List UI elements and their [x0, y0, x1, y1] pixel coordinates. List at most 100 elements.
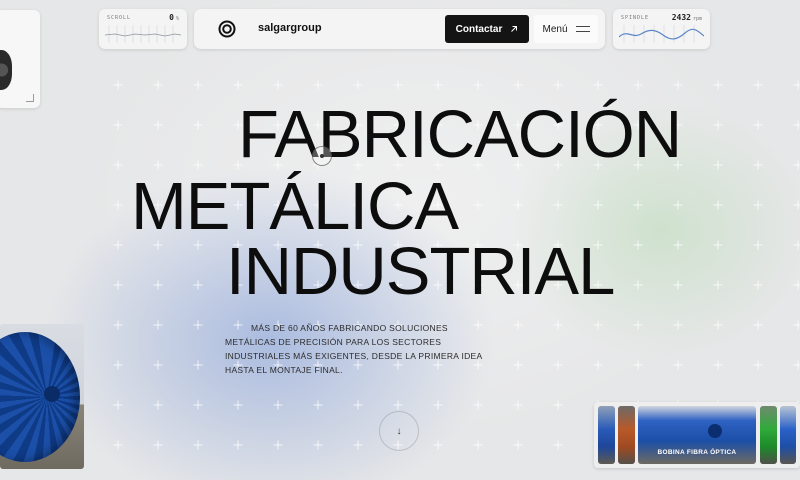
spindle-value: 2432 rpm	[671, 13, 702, 22]
hero-title-line-1: FABRICACIÓN	[238, 97, 682, 172]
grid-plus-icon	[673, 320, 683, 330]
grid-plus-icon	[793, 360, 800, 370]
grid-plus-icon	[153, 320, 163, 330]
grid-plus-icon	[193, 440, 203, 450]
grid-plus-icon	[193, 280, 203, 290]
grid-plus-icon	[673, 80, 683, 90]
grid-plus-icon	[753, 240, 763, 250]
grid-plus-icon	[433, 440, 443, 450]
grid-plus-icon	[313, 80, 323, 90]
grid-plus-icon	[353, 80, 363, 90]
grid-plus-icon	[633, 280, 643, 290]
carousel-thumb[interactable]	[618, 406, 635, 464]
grid-plus-icon	[713, 160, 723, 170]
carousel-thumb[interactable]	[598, 406, 615, 464]
grid-plus-icon	[553, 80, 563, 90]
carousel-thumb[interactable]	[760, 406, 777, 464]
custom-cursor	[312, 146, 332, 166]
grid-plus-icon	[393, 400, 403, 410]
hero-title-line-3: INDUSTRIAL	[226, 234, 615, 309]
carousel-thumb-active[interactable]: BOBINA FIBRA ÓPTICA	[638, 406, 756, 464]
grid-plus-icon	[673, 200, 683, 210]
grid-plus-icon	[193, 120, 203, 130]
salgar-logo-icon[interactable]	[218, 20, 236, 38]
carousel-active-label: BOBINA FIBRA ÓPTICA	[657, 449, 737, 456]
product-carousel: BOBINA FIBRA ÓPTICA	[594, 402, 800, 468]
grid-plus-icon	[793, 320, 800, 330]
grid-plus-icon	[713, 360, 723, 370]
grid-plus-icon	[193, 80, 203, 90]
grid-plus-icon	[553, 440, 563, 450]
grid-plus-icon	[113, 280, 123, 290]
product-image-card[interactable]	[0, 10, 40, 108]
grid-plus-icon	[713, 80, 723, 90]
scroll-widget: SCROLL 0%	[99, 9, 187, 49]
grid-plus-icon	[273, 400, 283, 410]
grid-plus-icon	[593, 360, 603, 370]
grid-plus-icon	[113, 80, 123, 90]
scroll-label: SCROLL	[107, 15, 132, 21]
grid-plus-icon	[153, 120, 163, 130]
grid-plus-icon	[353, 400, 363, 410]
grid-plus-icon	[713, 120, 723, 130]
grid-plus-icon	[793, 280, 800, 290]
grid-plus-icon	[793, 240, 800, 250]
reel-hub	[708, 424, 722, 438]
hero-title-line-2: METÁLICA	[131, 169, 459, 244]
grid-plus-icon	[513, 320, 523, 330]
scroll-down-button[interactable]: ↓	[379, 411, 419, 451]
grid-plus-icon	[753, 360, 763, 370]
grid-plus-icon	[273, 440, 283, 450]
grid-plus-icon	[473, 440, 483, 450]
grid-plus-icon	[153, 80, 163, 90]
menu-button[interactable]: Menú	[534, 15, 598, 43]
cable-reel-photo[interactable]	[0, 324, 84, 469]
grid-plus-icon	[473, 400, 483, 410]
grid-plus-icon	[153, 400, 163, 410]
navigation-bar: salgargroup Contactar Menú	[194, 9, 605, 49]
grid-plus-icon	[113, 320, 123, 330]
grid-plus-icon	[633, 80, 643, 90]
grid-plus-icon	[433, 400, 443, 410]
contact-button-label: Contactar	[455, 23, 503, 35]
grid-plus-icon	[273, 80, 283, 90]
grid-plus-icon	[473, 80, 483, 90]
grid-plus-icon	[633, 200, 643, 210]
contact-button[interactable]: Contactar	[445, 15, 529, 43]
grid-plus-icon	[153, 360, 163, 370]
spindle-label: SPINDLE	[621, 15, 650, 21]
grid-plus-icon	[233, 400, 243, 410]
grid-plus-icon	[593, 80, 603, 90]
grid-plus-icon	[233, 80, 243, 90]
hero-subtitle: MÁS DE 60 AÑOS FABRICANDO SOLUCIONES MET…	[225, 323, 483, 375]
grid-plus-icon	[113, 160, 123, 170]
cable-reel-image	[0, 50, 12, 90]
grid-plus-icon	[713, 320, 723, 330]
grid-plus-icon	[353, 440, 363, 450]
grid-plus-icon	[793, 200, 800, 210]
grid-plus-icon	[313, 440, 323, 450]
brand-name[interactable]: salgargroup	[258, 22, 322, 34]
grid-plus-icon	[513, 440, 523, 450]
grid-plus-icon	[673, 280, 683, 290]
grid-plus-icon	[193, 360, 203, 370]
grid-plus-icon	[753, 320, 763, 330]
spindle-widget: SPINDLE 2432 rpm	[613, 9, 710, 49]
grid-plus-icon	[113, 120, 123, 130]
grid-plus-icon	[753, 80, 763, 90]
carousel-thumb[interactable]	[780, 406, 796, 464]
grid-plus-icon	[753, 200, 763, 210]
grid-plus-icon	[313, 400, 323, 410]
grid-plus-icon	[713, 280, 723, 290]
grid-plus-icon	[113, 400, 123, 410]
scroll-value: 0%	[169, 13, 179, 22]
arrow-up-right-icon	[511, 26, 518, 32]
grid-plus-icon	[513, 400, 523, 410]
grid-plus-icon	[193, 320, 203, 330]
grid-plus-icon	[753, 160, 763, 170]
grid-plus-icon	[753, 120, 763, 130]
grid-plus-icon	[113, 240, 123, 250]
grid-plus-icon	[153, 280, 163, 290]
grid-plus-icon	[793, 120, 800, 130]
grid-plus-icon	[713, 200, 723, 210]
